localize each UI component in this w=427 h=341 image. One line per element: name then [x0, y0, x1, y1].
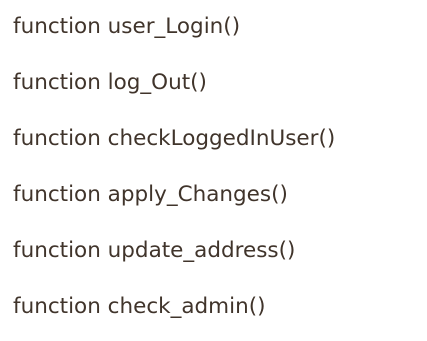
function-line: function apply_Changes()	[13, 182, 288, 207]
function-list: function user_Login() function log_Out()…	[13, 5, 335, 341]
function-line: function check_admin()	[13, 294, 266, 319]
function-line: function log_Out()	[13, 70, 207, 95]
function-line: function checkLoggedInUser()	[13, 126, 336, 151]
function-line: function update_address()	[13, 238, 296, 263]
function-line: function user_Login()	[13, 14, 241, 39]
